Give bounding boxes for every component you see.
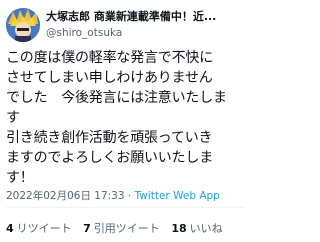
meta-separator: ·	[124, 190, 135, 202]
tweet-card: 大塚志郎 商業新連載準備中！近... @shiro_otsuka この度は僕の軽…	[0, 0, 250, 242]
retweets-label: リツイート	[16, 222, 72, 235]
tweet-stats: 4 リツイート 7 引用ツイート 18 いいね	[6, 220, 231, 236]
quotes-count: 7	[83, 222, 91, 235]
avatar-illustration-icon	[6, 8, 40, 42]
tweet-header: 大塚志郎 商業新連載準備中！近... @shiro_otsuka	[6, 6, 246, 44]
avatar[interactable]	[6, 8, 40, 42]
display-name[interactable]: 大塚志郎 商業新連載準備中！近...	[46, 10, 246, 24]
user-handle[interactable]: @shiro_otsuka	[46, 26, 246, 40]
quotes-stat[interactable]: 7 引用ツイート	[83, 222, 160, 235]
likes-count: 18	[171, 222, 187, 235]
quotes-label: 引用ツイート	[93, 222, 160, 235]
tweet-text: この度は僕の軽率な発言で不快に させてしまい申しわけありません でした 今後発言…	[6, 50, 227, 186]
tweet-timestamp[interactable]: 2022年02月06日 17:33	[6, 190, 125, 202]
tweet-metadata: 2022年02月06日 17:33 · Twitter Web App	[6, 188, 220, 203]
retweets-count: 4	[6, 222, 14, 235]
divider	[6, 207, 244, 208]
likes-label: いいね	[189, 222, 223, 235]
tweet-source-link[interactable]: Twitter Web App	[135, 190, 220, 202]
retweets-stat[interactable]: 4 リツイート	[6, 222, 72, 235]
likes-stat[interactable]: 18 いいね	[171, 222, 222, 235]
